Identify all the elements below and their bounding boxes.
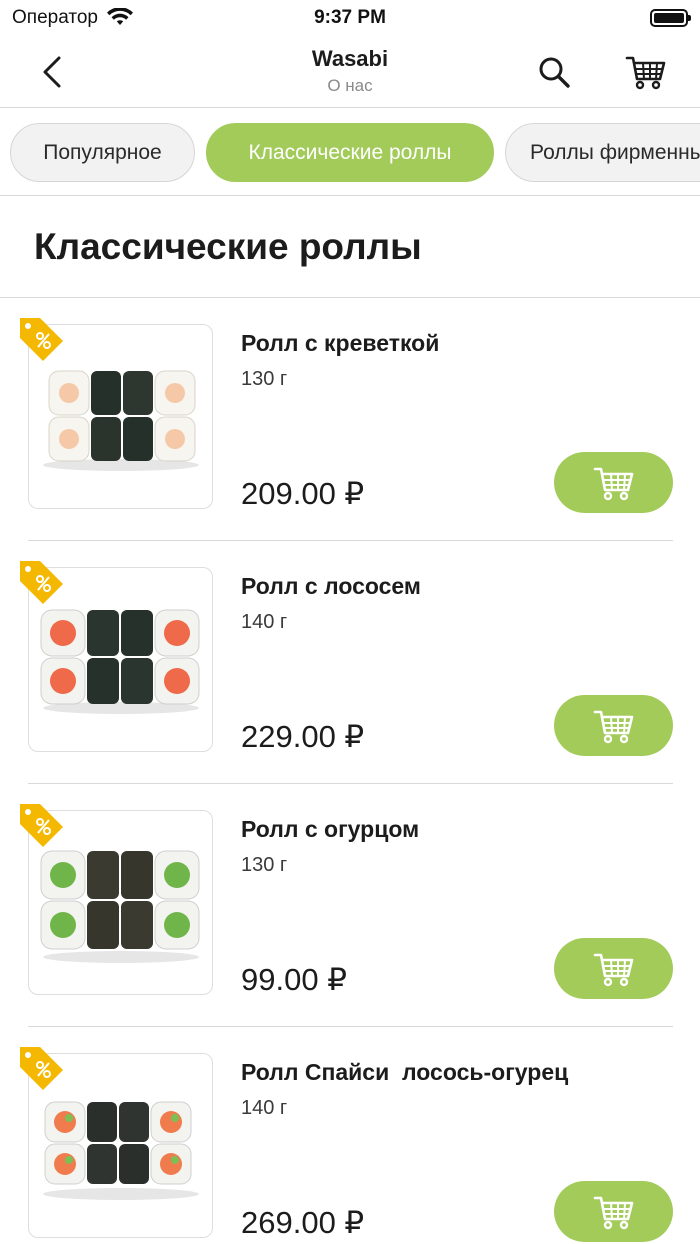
product-name: Ролл с лососем	[241, 573, 421, 599]
cart-button[interactable]	[622, 48, 670, 96]
search-icon	[539, 57, 570, 88]
battery-icon	[650, 9, 691, 27]
product-card[interactable]: Ролл с лососем 140 г 229.00 ₽	[0, 541, 700, 784]
add-to-cart-button[interactable]	[554, 695, 673, 756]
nav-title-group: Wasabi О нас	[0, 46, 700, 96]
product-weight: 140 г	[241, 1097, 288, 1119]
category-tab-popular[interactable]: Популярное	[10, 123, 195, 182]
product-weight: 130 г	[241, 368, 288, 390]
discount-tag-icon	[20, 318, 63, 361]
cart-icon	[593, 467, 633, 500]
category-tab-signature-rolls[interactable]: Роллы фирменные	[505, 123, 700, 182]
product-weight: 130 г	[241, 854, 288, 876]
about-link[interactable]: О нас	[0, 76, 700, 96]
search-button[interactable]	[532, 50, 576, 94]
product-price: 209.00 ₽	[241, 476, 365, 511]
add-to-cart-button[interactable]	[554, 452, 673, 513]
product-card[interactable]: Ролл Спайси лосось-огурец 140 г 269.00 ₽	[0, 1027, 700, 1244]
discount-tag-icon	[20, 1047, 63, 1090]
product-weight: 140 г	[241, 611, 288, 633]
discount-tag-icon	[20, 804, 63, 847]
product-price: 229.00 ₽	[241, 719, 365, 754]
category-tabs: Популярное Классические роллы Роллы фирм…	[0, 108, 700, 196]
product-name: Ролл с огурцом	[241, 816, 420, 842]
cart-icon	[593, 1196, 633, 1229]
status-time: 9:37 PM	[314, 7, 386, 28]
product-price: 269.00 ₽	[241, 1205, 365, 1240]
add-to-cart-button[interactable]	[554, 938, 673, 999]
product-price: 99.00 ₽	[241, 962, 347, 997]
nav-title: Wasabi	[311, 46, 389, 71]
cart-icon	[625, 56, 666, 90]
section-title: Классические роллы	[34, 226, 422, 267]
product-card[interactable]: Ролл с креветкой 130 г 209.00 ₽	[0, 298, 700, 541]
add-to-cart-button[interactable]	[554, 1181, 673, 1242]
navigation-bar: Wasabi О нас	[0, 36, 700, 108]
product-card[interactable]: Ролл с огурцом 130 г 99.00 ₽	[0, 784, 700, 1027]
status-bar: Оператор 9:37 PM	[0, 0, 700, 36]
cart-icon	[593, 710, 633, 743]
product-name: Ролл Спайси лосось-огурец	[241, 1059, 569, 1085]
discount-tag-icon	[20, 561, 63, 604]
category-tab-classic-rolls[interactable]: Классические роллы	[206, 123, 494, 182]
cart-icon	[593, 953, 633, 986]
product-name: Ролл с креветкой	[241, 330, 440, 356]
